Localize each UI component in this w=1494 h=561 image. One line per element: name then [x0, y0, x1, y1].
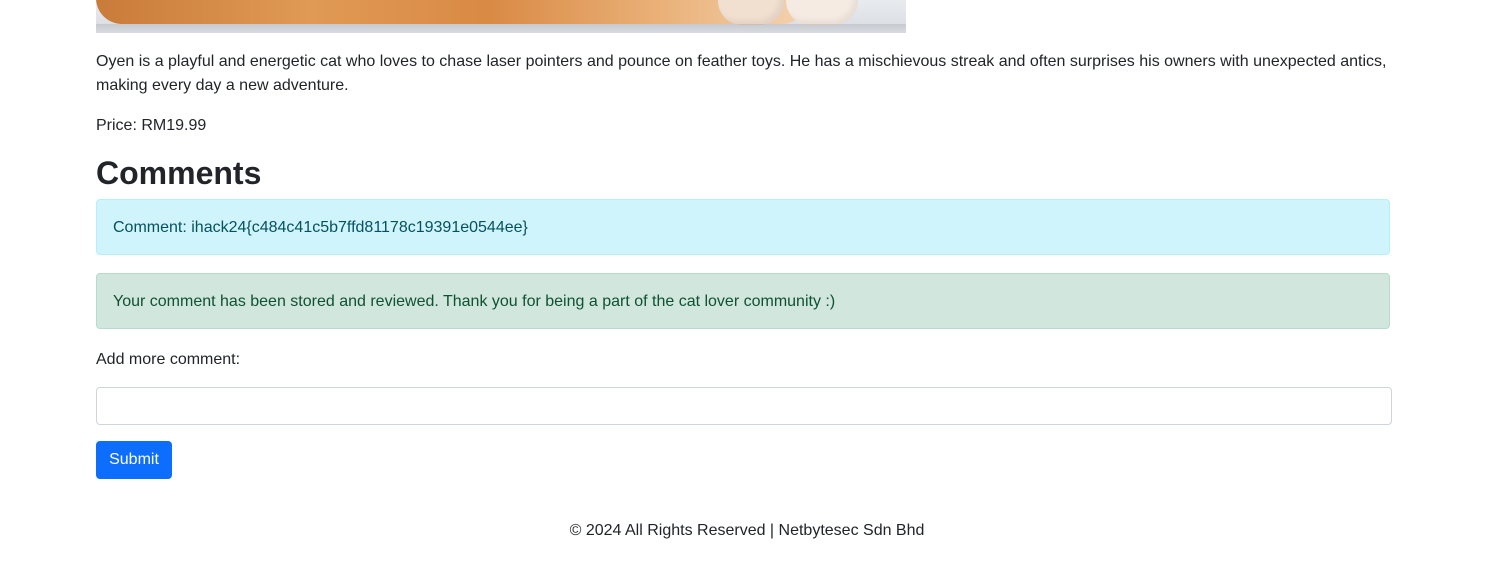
cat-fur-shape: [96, 0, 808, 24]
cat-image: [96, 0, 906, 33]
comment-input[interactable]: [96, 387, 1392, 425]
add-comment-label: Add more comment:: [96, 351, 241, 368]
product-description: Oyen is a playful and energetic cat who …: [96, 53, 1387, 94]
footer-copyright: © 2024 All Rights Reserved | Netbytesec …: [569, 522, 925, 539]
submit-button[interactable]: Submit: [96, 441, 172, 479]
success-alert: Your comment has been stored and reviewe…: [96, 273, 1390, 329]
image-shadow: [96, 24, 906, 33]
comments-heading: Comments: [96, 155, 262, 191]
cat-paw-shape: [786, 0, 858, 25]
product-price: Price: RM19.99: [96, 117, 207, 134]
comment-alert: Comment: ihack24{c484c41c5b7ffd81178c193…: [96, 199, 1390, 255]
